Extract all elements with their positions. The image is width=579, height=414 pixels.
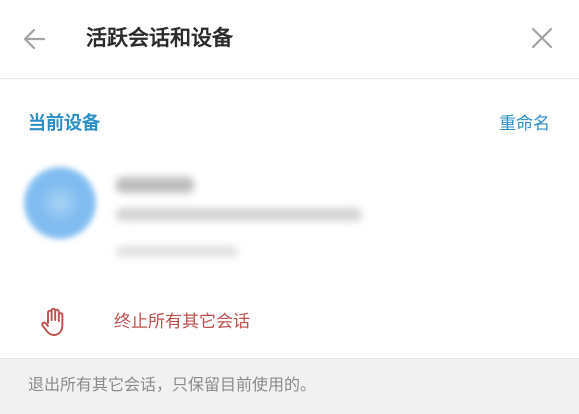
back-arrow-icon [23, 28, 46, 50]
device-status-redacted [116, 246, 238, 257]
dialog-title: 活跃会话和设备 [86, 26, 233, 50]
footer-note: 退出所有其它会话，只保留目前使用的。 [28, 375, 317, 394]
dialog-header: 活跃会话和设备 [0, 0, 579, 79]
close-button[interactable] [529, 25, 555, 51]
close-icon [531, 27, 553, 49]
current-device-heading: 当前设备 [28, 113, 100, 134]
footer-note-area: 退出所有其它会话，只保留目前使用的。 [0, 358, 579, 414]
terminate-sessions-label: 终止所有其它会话 [114, 312, 250, 332]
rename-button[interactable]: 重命名 [499, 111, 550, 137]
terminate-other-sessions-button[interactable]: 终止所有其它会话 [0, 296, 579, 351]
back-button[interactable] [20, 24, 50, 54]
device-avatar [24, 167, 96, 239]
device-name-redacted [116, 177, 194, 193]
hand-stop-icon [41, 307, 64, 336]
device-detail-redacted [116, 208, 362, 221]
